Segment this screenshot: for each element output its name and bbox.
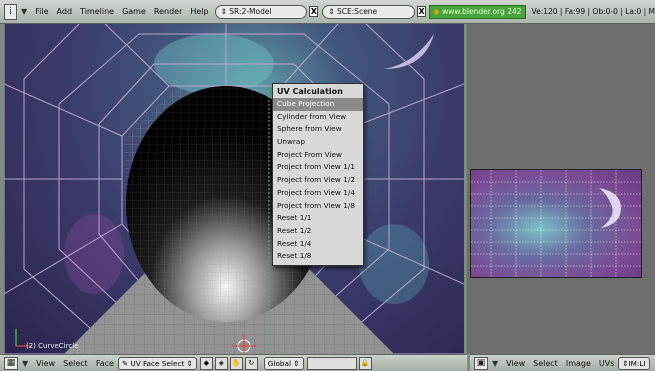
scene-name: SCE:Scene [337, 7, 378, 16]
menu-file[interactable]: File [35, 7, 48, 16]
info-editor-icon[interactable]: i [4, 3, 17, 20]
uv-menu-title: UV Calculation [277, 87, 343, 96]
scene-selector[interactable]: ⇕ SCE:Scene [322, 4, 416, 19]
uv-texture-image[interactable] [470, 169, 642, 278]
mode-selector[interactable]: ✎ UV Face Select ⇕ [117, 356, 197, 370]
delete-scene-icon[interactable]: X [417, 6, 427, 17]
layer-buttons[interactable] [306, 356, 357, 370]
menu-item-sphere-from-view[interactable]: Sphere from View [273, 123, 363, 136]
menu-item-reset-1-4[interactable]: Reset 1/4 [273, 238, 363, 251]
menu-item-project-from-view[interactable]: Project From View [273, 149, 363, 162]
delete-screen-icon[interactable]: X [309, 6, 319, 17]
scene-stats: Ve:120 | Fa:99 | Ob:0-0 | La:0 | M [531, 7, 655, 16]
menu-item-reset-1-1[interactable]: Reset 1/1 [273, 212, 363, 225]
updown-icon: ⇕ [328, 7, 338, 16]
image-selector[interactable]: ⇕ IM:LI [618, 356, 650, 370]
tunnel-mesh-drawing [4, 24, 464, 354]
screen-selector[interactable]: ⇕ SR:2-Model [214, 4, 308, 19]
collapse-arrow-icon[interactable]: ▼ [22, 359, 28, 368]
menu-item-project-from-view-1-1[interactable]: Project from View 1/1 [273, 161, 363, 174]
orientation-selector[interactable]: Global ⇕ [263, 356, 304, 370]
screen-name: SR:2-Model [229, 7, 272, 16]
top-menu-bar: i ▼ File Add Timeline Game Render Help ⇕… [0, 0, 655, 24]
updown-icon: ⇕ [220, 7, 230, 16]
editor-type-icon[interactable]: ▦ [4, 356, 18, 370]
menu-game[interactable]: Game [122, 7, 146, 16]
lock-icon[interactable]: 🔒 [358, 356, 372, 370]
rotate-icon[interactable]: ↻ [244, 356, 258, 370]
menu-item-cube-projection[interactable]: Cube Projection [273, 98, 363, 111]
collapse-arrow-icon[interactable]: ▼ [21, 7, 27, 16]
uv-grid-overlay [471, 170, 641, 277]
updown-icon: ⇕ [184, 358, 193, 368]
menu-view[interactable]: View [36, 359, 55, 368]
menu-item-reset-1-2[interactable]: Reset 1/2 [273, 225, 363, 238]
menu-add[interactable]: Add [57, 7, 73, 16]
uv-menu-image[interactable]: Image [566, 359, 591, 368]
blender-window: i ▼ File Add Timeline Game Render Help ⇕… [0, 0, 655, 371]
uv-menu-select[interactable]: Select [533, 359, 558, 368]
uv-menu-uvs[interactable]: UVs [599, 359, 615, 368]
3d-viewport[interactable]: (2) CurveCircle [4, 24, 464, 354]
active-object-label: (2) CurveCircle [26, 342, 79, 350]
uv-calculation-menu: UV Calculation Cube Projection Cylinder … [272, 83, 364, 266]
menu-face[interactable]: Face [96, 359, 114, 368]
blender-url-badge[interactable]: ◉ www.blender.org 242 [429, 4, 526, 19]
menu-select[interactable]: Select [63, 359, 88, 368]
menu-item-unwrap[interactable]: Unwrap [273, 136, 363, 149]
shading-icon[interactable]: ◆ [199, 356, 213, 370]
uv-image-editor[interactable] [467, 24, 655, 354]
updown-icon: ⇕ [291, 358, 300, 368]
menu-item-project-from-view-1-4[interactable]: Project from View 1/4 [273, 187, 363, 200]
blender-logo-icon: ◉ [433, 7, 443, 16]
uv-editor-header: ▣ ▼ View Select Image UVs ⇕ IM:LI [470, 354, 655, 371]
menu-item-cylinder-from-view[interactable]: Cylinder from View [273, 111, 363, 124]
uv-menu-view[interactable]: View [506, 359, 525, 368]
menu-item-project-from-view-1-2[interactable]: Project from View 1/2 [273, 174, 363, 187]
3d-view-header: ▦ ▼ View Select Face ✎ UV Face Select ⇕ … [0, 354, 467, 371]
hand-icon[interactable]: ✋ [229, 356, 243, 370]
pivot-icon[interactable]: ◈ [214, 356, 228, 370]
menu-render[interactable]: Render [154, 7, 182, 16]
menu-timeline[interactable]: Timeline [80, 7, 114, 16]
menu-item-reset-1-8[interactable]: Reset 1/8 [273, 250, 363, 263]
menu-help[interactable]: Help [190, 7, 208, 16]
face-select-icon: ✎ [121, 358, 131, 368]
image-editor-type-icon[interactable]: ▣ [474, 356, 488, 370]
collapse-arrow-icon[interactable]: ▼ [492, 359, 498, 368]
menu-item-project-from-view-1-8[interactable]: Project from View 1/8 [273, 200, 363, 213]
